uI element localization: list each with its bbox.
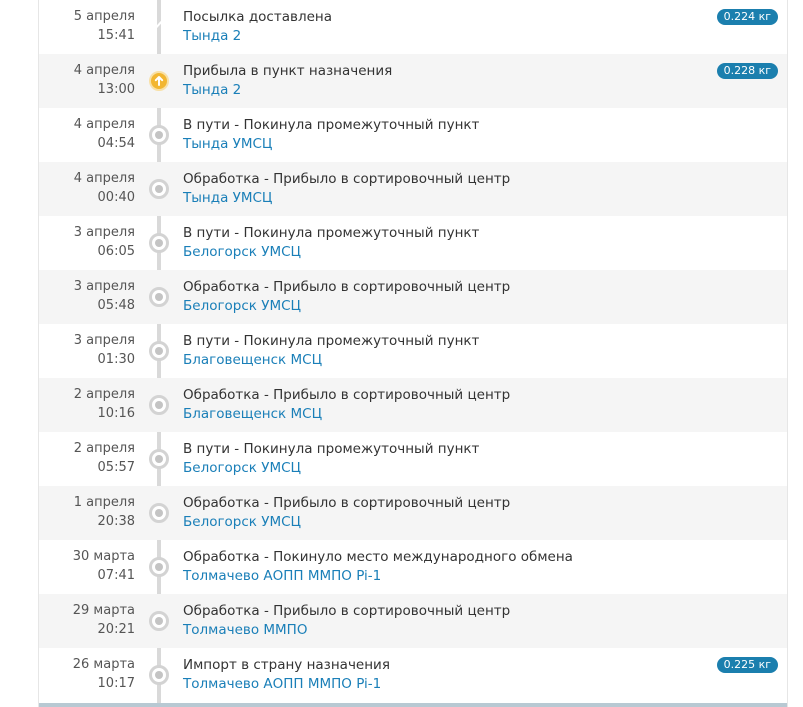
event-title: Прибыла в пункт назначения: [183, 63, 393, 79]
dot-icon: [149, 395, 169, 415]
event-time: 05:57: [97, 460, 135, 475]
event-location-link[interactable]: Тында 2: [183, 81, 241, 99]
event-date: 3 апреля: [73, 279, 135, 294]
dot-icon: [149, 503, 169, 523]
event-date: 29 марта: [72, 603, 135, 618]
dot-icon: [149, 233, 169, 253]
event-location-link[interactable]: Толмачево АОПП ММПО Pi-1: [183, 567, 381, 585]
event-time: 05:48: [97, 298, 135, 313]
dot-icon: [149, 125, 169, 145]
tracking-event-row: 1 апреля 20:38 Обработка - Прибыло в сор…: [39, 486, 787, 540]
tracking-event-row: 2 апреля 05:57 В пути - Покинула промежу…: [39, 432, 787, 486]
event-title: В пути - Покинула промежуточный пункт: [183, 441, 480, 457]
event-date: 4 апреля: [73, 117, 135, 132]
event-location-link[interactable]: Белогорск УМСЦ: [183, 297, 301, 315]
tracking-event-row: 3 апреля 06:05 В пути - Покинула промежу…: [39, 216, 787, 270]
dot-icon: [149, 179, 169, 199]
event-date: 2 апреля: [73, 387, 135, 402]
event-title: В пути - Покинула промежуточный пункт: [183, 225, 480, 241]
weight-badge: 0.225 кг: [716, 657, 778, 673]
event-title: Импорт в страну назначения: [183, 657, 390, 673]
event-date: 30 марта: [72, 549, 135, 564]
dot-icon: [149, 557, 169, 577]
event-date: 4 апреля: [73, 171, 135, 186]
event-date: 3 апреля: [73, 333, 135, 348]
event-time: 10:17: [97, 676, 135, 691]
tracking-event-row: 2 апреля 10:16 Обработка - Прибыло в сор…: [39, 378, 787, 432]
tracking-event-row: 4 апреля 04:54 В пути - Покинула промежу…: [39, 108, 787, 162]
event-date: 1 апреля: [73, 495, 135, 510]
event-title: Обработка - Прибыло в сортировочный цент…: [183, 603, 511, 619]
event-location-link[interactable]: Тында УМСЦ: [183, 189, 272, 207]
event-time: 13:00: [97, 82, 135, 97]
event-time: 10:16: [97, 406, 135, 421]
check-icon: [149, 17, 169, 37]
event-time: 15:41: [97, 28, 135, 43]
tracking-event-row: 30 марта 07:41 Обработка - Покинуло мест…: [39, 540, 787, 594]
event-title: В пути - Покинула промежуточный пункт: [183, 333, 480, 349]
tracking-event-row: 4 апреля 13:00 Прибыла в пункт назначени…: [39, 54, 787, 108]
event-title: Обработка - Прибыло в сортировочный цент…: [183, 495, 511, 511]
dot-icon: [149, 665, 169, 685]
event-time: 20:21: [97, 622, 135, 637]
event-location-link[interactable]: Толмачево ММПО: [183, 621, 307, 639]
event-location-link[interactable]: Толмачево АОПП ММПО Pi-1: [183, 675, 381, 693]
tracking-event-row: 29 марта 20:21 Обработка - Прибыло в сор…: [39, 594, 787, 648]
panel-bottom-border: [39, 703, 787, 707]
event-date: 2 апреля: [73, 441, 135, 456]
event-title: Посылка доставлена: [183, 9, 332, 25]
event-date: 3 апреля: [73, 225, 135, 240]
event-time: 00:40: [97, 190, 135, 205]
event-title: Обработка - Прибыло в сортировочный цент…: [183, 279, 511, 295]
event-time: 06:05: [97, 244, 135, 259]
event-title: Обработка - Прибыло в сортировочный цент…: [183, 171, 511, 187]
tracking-history-panel: 5 апреля 15:41 Посылка доставлена Тында …: [38, 0, 788, 707]
arrow-up-icon: [149, 71, 169, 91]
tracking-event-row: 4 апреля 00:40 Обработка - Прибыло в сор…: [39, 162, 787, 216]
event-time: 01:30: [97, 352, 135, 367]
event-location-link[interactable]: Тында 2: [183, 27, 241, 45]
event-title: Обработка - Прибыло в сортировочный цент…: [183, 387, 511, 403]
event-date: 5 апреля: [73, 9, 135, 24]
tracking-event-row: 3 апреля 01:30 В пути - Покинула промежу…: [39, 324, 787, 378]
tracking-event-row: 5 апреля 15:41 Посылка доставлена Тында …: [39, 0, 787, 54]
event-location-link[interactable]: Благовещенск МСЦ: [183, 351, 322, 369]
event-title: В пути - Покинула промежуточный пункт: [183, 117, 480, 133]
event-title: Обработка - Покинуло место международног…: [183, 549, 573, 565]
event-date: 4 апреля: [73, 63, 135, 78]
tracking-event-row: 3 апреля 05:48 Обработка - Прибыло в сор…: [39, 270, 787, 324]
event-time: 20:38: [97, 514, 135, 529]
dot-icon: [149, 287, 169, 307]
dot-icon: [149, 611, 169, 631]
dot-icon: [149, 449, 169, 469]
event-location-link[interactable]: Тында УМСЦ: [183, 135, 272, 153]
tracking-event-row: 26 марта 10:17 Импорт в страну назначени…: [39, 648, 787, 702]
weight-badge: 0.224 кг: [716, 9, 778, 25]
event-location-link[interactable]: Белогорск УМСЦ: [183, 243, 301, 261]
event-location-link[interactable]: Белогорск УМСЦ: [183, 459, 301, 477]
weight-badge: 0.228 кг: [716, 63, 778, 79]
event-time: 04:54: [97, 136, 135, 151]
event-location-link[interactable]: Благовещенск МСЦ: [183, 405, 322, 423]
event-date: 26 марта: [72, 657, 135, 672]
event-time: 07:41: [97, 568, 135, 583]
dot-icon: [149, 341, 169, 361]
event-location-link[interactable]: Белогорск УМСЦ: [183, 513, 301, 531]
